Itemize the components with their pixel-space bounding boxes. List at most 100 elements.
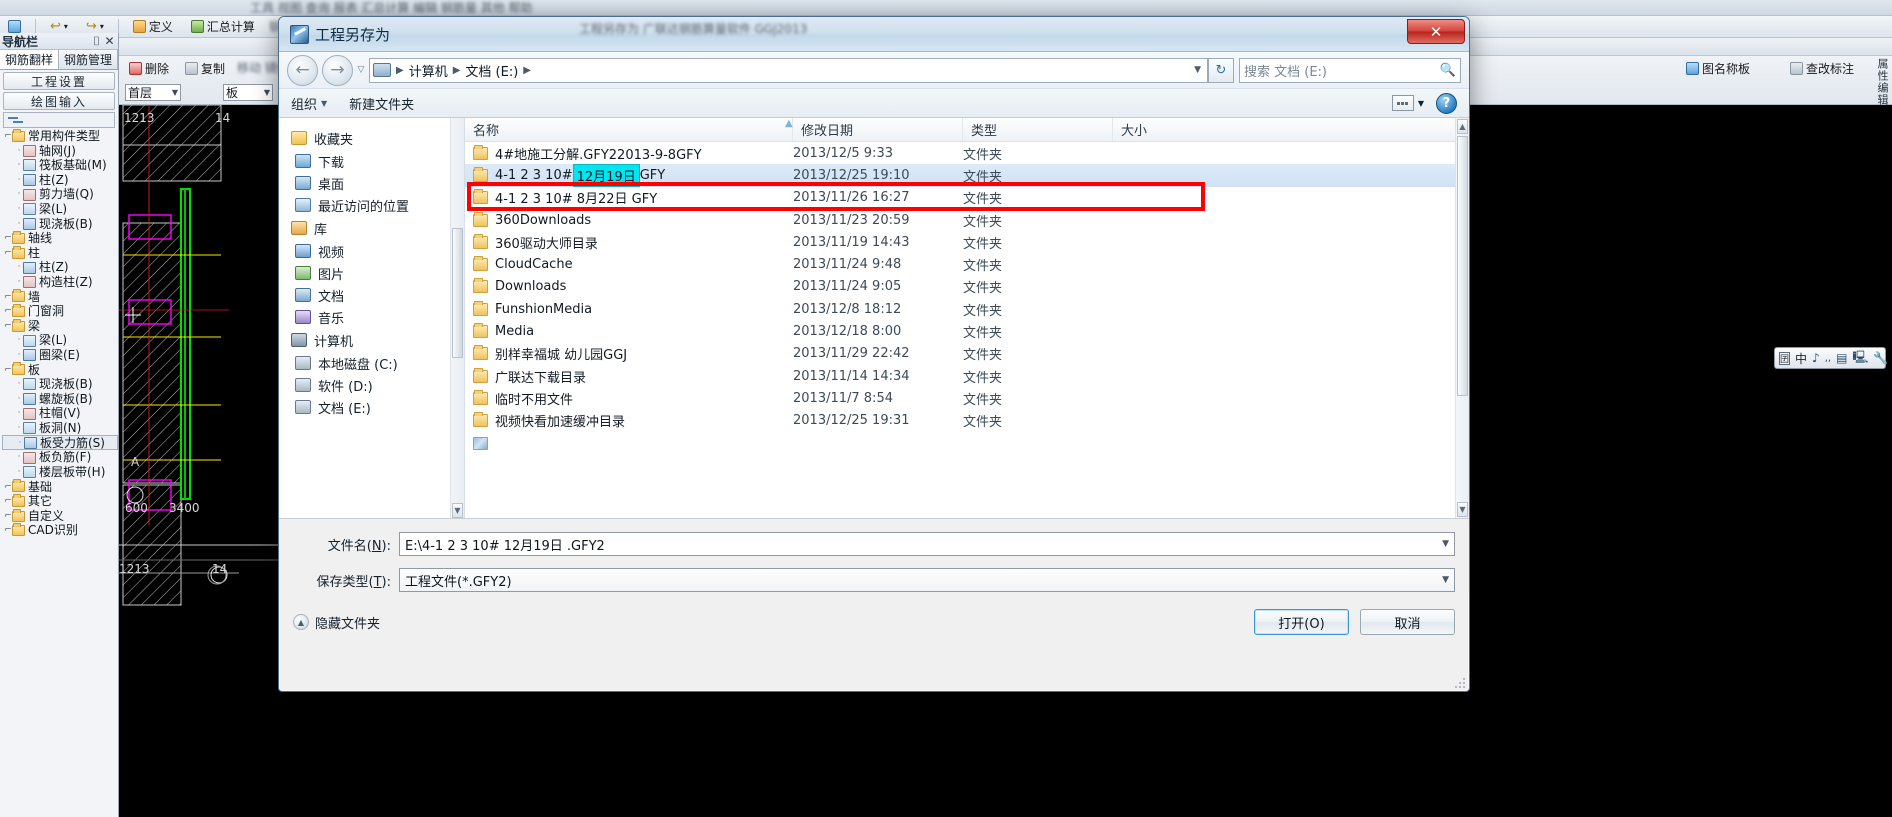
delete-button[interactable]: 删除 xyxy=(125,59,173,78)
expand-icon[interactable]: ⌐ xyxy=(4,480,12,495)
scroll-down-button[interactable]: ▼ xyxy=(1457,502,1468,517)
search-box[interactable]: 搜索 文档 (E:) 🔍 xyxy=(1239,57,1461,83)
ime-toolbar[interactable]: 囝 中 ♪ ,, ▤ 🖳 🔧 xyxy=(1774,347,1888,369)
floor-selector[interactable]: 首层 ▼ xyxy=(125,83,181,101)
tree-dash-icon[interactable]: · xyxy=(15,421,23,436)
expand-icon[interactable]: ⌐ xyxy=(4,363,12,378)
place-item-3[interactable]: 最近访问的位置 xyxy=(279,194,464,216)
place-item-8[interactable]: 音乐 xyxy=(279,306,464,328)
component-selector[interactable]: 板 ▼ xyxy=(223,83,273,101)
tree-item-19[interactable]: · 柱帽(V) xyxy=(2,406,118,421)
nameplate-button[interactable]: 图名称板 xyxy=(1682,59,1754,78)
tree-dash-icon[interactable]: · xyxy=(16,436,24,451)
file-row[interactable]: 360驱动大师目录 2013/11/19 14:43 文件夹 xyxy=(465,231,1469,253)
ime-toolbox-icon[interactable]: 🖳 xyxy=(1852,348,1868,369)
expand-icon[interactable]: ⌐ xyxy=(4,129,12,144)
expand-icon[interactable]: ⌐ xyxy=(4,319,12,334)
view-dropdown-icon[interactable]: ▼ xyxy=(1418,99,1424,108)
tree-dash-icon[interactable]: · xyxy=(15,158,23,173)
filetype-select[interactable]: 工程文件(*.GFY2) ▼ xyxy=(399,568,1455,592)
view-mode-icon[interactable] xyxy=(1391,95,1414,111)
places-scrollbar-thumb[interactable] xyxy=(452,228,463,358)
organize-button[interactable]: 组织 ▼ xyxy=(291,94,327,113)
hide-folders-toggle[interactable]: ▲ 隐藏文件夹 xyxy=(293,613,380,632)
tree-dash-icon[interactable]: · xyxy=(15,392,23,407)
ime-settings-icon[interactable]: 🔧 xyxy=(1873,351,1888,365)
forward-button[interactable]: → xyxy=(322,54,353,86)
filename-dropdown-icon[interactable]: ▼ xyxy=(1442,539,1449,549)
file-row[interactable]: 别样幸福城 幼儿园GGJ 2013/11/29 22:42 文件夹 xyxy=(465,343,1469,365)
address-dropdown-icon[interactable]: ▼ xyxy=(1194,65,1204,75)
tree-dash-icon[interactable]: · xyxy=(15,377,23,392)
place-item-12[interactable]: 文档 (E:) xyxy=(279,396,464,418)
file-row[interactable]: CloudCache 2013/11/24 9:48 文件夹 xyxy=(465,253,1469,275)
tree-dash-icon[interactable]: · xyxy=(15,275,23,290)
tree-item-5[interactable]: · 梁(L) xyxy=(2,202,118,217)
help-icon[interactable]: ? xyxy=(1436,92,1457,114)
column-header-type[interactable]: 类型 xyxy=(963,118,1113,141)
file-row[interactable]: 视频快看加速缓冲目录 2013/12/25 19:31 文件夹 xyxy=(465,410,1469,432)
places-scroll-down-button[interactable]: ▼ xyxy=(452,503,463,518)
tree-dash-icon[interactable]: · xyxy=(15,173,23,188)
expand-icon[interactable]: ⌐ xyxy=(4,290,12,305)
ime-punct-icon[interactable]: ♪ xyxy=(1812,351,1820,365)
tree-item-27[interactable]: ⌐ CAD识别 xyxy=(2,523,118,538)
drawing-input-button[interactable]: 绘图输入 xyxy=(3,92,115,110)
tree-item-10[interactable]: · 构造柱(Z) xyxy=(2,275,118,290)
file-row[interactable]: 4-1 2 3 10# 12月19日 GFY 2013/12/25 19:10 文件… xyxy=(465,163,1469,187)
place-item-5[interactable]: 视频 xyxy=(279,240,464,262)
filetype-dropdown-icon[interactable]: ▼ xyxy=(1442,575,1449,585)
tree-item-23[interactable]: · 楼层板带(H) xyxy=(2,465,118,480)
place-item-4[interactable]: 库 xyxy=(279,216,464,240)
refresh-button[interactable]: ↻ xyxy=(1208,57,1234,83)
file-row[interactable]: 广联达下载目录 2013/11/14 14:34 文件夹 xyxy=(465,365,1469,387)
tree-dash-icon[interactable]: · xyxy=(15,450,23,465)
breadcrumb-documents-e[interactable]: 文档 (E:) xyxy=(465,61,518,80)
project-settings-button[interactable]: 工程设置 xyxy=(3,72,115,90)
tree-dash-icon[interactable]: · xyxy=(15,333,23,348)
expand-icon[interactable]: ⌐ xyxy=(4,509,12,524)
tree-dash-icon[interactable]: · xyxy=(15,217,23,232)
tree-item-24[interactable]: ⌐ 基础 xyxy=(2,479,118,495)
place-item-6[interactable]: 图片 xyxy=(279,262,464,284)
close-icon[interactable]: ✕ xyxy=(103,34,116,48)
file-row[interactable]: 360Downloads 2013/11/23 20:59 文件夹 xyxy=(465,209,1469,231)
expand-icon[interactable]: ⌐ xyxy=(4,231,12,246)
tree-item-15[interactable]: · 圈梁(E) xyxy=(2,348,118,363)
tab-gangjin-fanyang[interactable]: 钢筋翻样 xyxy=(0,50,59,69)
expand-icon[interactable]: ⌐ xyxy=(4,304,12,319)
file-row[interactable]: Media 2013/12/18 8:00 文件夹 xyxy=(465,320,1469,342)
tree-item-16[interactable]: ⌐ 板 xyxy=(2,362,118,378)
place-item-2[interactable]: 桌面 xyxy=(279,172,464,194)
tree-item-0[interactable]: ⌐ 常用构件类型 xyxy=(2,128,118,144)
tree-dash-icon[interactable]: · xyxy=(15,187,23,202)
history-dropdown-button[interactable]: ▽ xyxy=(353,65,369,75)
toolbar-calc-button[interactable]: 汇总计算 xyxy=(187,17,259,36)
ime-logo-icon[interactable]: 囝 xyxy=(1779,351,1791,365)
file-list-scrollbar[interactable]: ▲ ▼ xyxy=(1455,118,1469,518)
open-button[interactable]: 打开(O) xyxy=(1254,609,1349,635)
tree-item-21[interactable]: · 板受力筋(S) xyxy=(2,435,118,451)
address-bar[interactable]: ▶ 计算机 ▶ 文档 (E:) ▶ ▼ xyxy=(369,57,1208,83)
tree-dash-icon[interactable]: · xyxy=(15,260,23,275)
ime-keyboard-icon[interactable]: ▤ xyxy=(1836,351,1847,365)
copy-button[interactable]: 复制 xyxy=(181,59,229,78)
tree-item-7[interactable]: ⌐ 轴线 xyxy=(2,230,118,246)
tree-item-18[interactable]: · 螺旋板(B) xyxy=(2,392,118,407)
expand-icon[interactable]: ⌐ xyxy=(4,494,12,509)
file-row[interactable]: FunshionMedia 2013/12/8 18:12 文件夹 xyxy=(465,298,1469,320)
tree-item-14[interactable]: · 梁(L) xyxy=(2,333,118,348)
tree-item-3[interactable]: · 柱(Z) xyxy=(2,173,118,188)
place-item-9[interactable]: 计算机 xyxy=(279,328,464,352)
column-header-date[interactable]: 修改日期 xyxy=(793,118,963,141)
tree-item-1[interactable]: · 轴网(J) xyxy=(2,144,118,159)
tree-item-2[interactable]: · 筏板基础(M) xyxy=(2,158,118,173)
ime-comma-icon[interactable]: ,, xyxy=(1825,353,1831,364)
tree-dash-icon[interactable]: · xyxy=(15,348,23,363)
tree-item-25[interactable]: ⌐ 其它 xyxy=(2,494,118,509)
file-row[interactable]: Downloads 2013/11/24 9:05 文件夹 xyxy=(465,276,1469,298)
column-header-size[interactable]: 大小 xyxy=(1113,118,1273,141)
tree-dash-icon[interactable]: · xyxy=(15,406,23,421)
tree-item-11[interactable]: ⌐ 墙 xyxy=(2,289,118,305)
tree-item-9[interactable]: · 柱(Z) xyxy=(2,260,118,275)
